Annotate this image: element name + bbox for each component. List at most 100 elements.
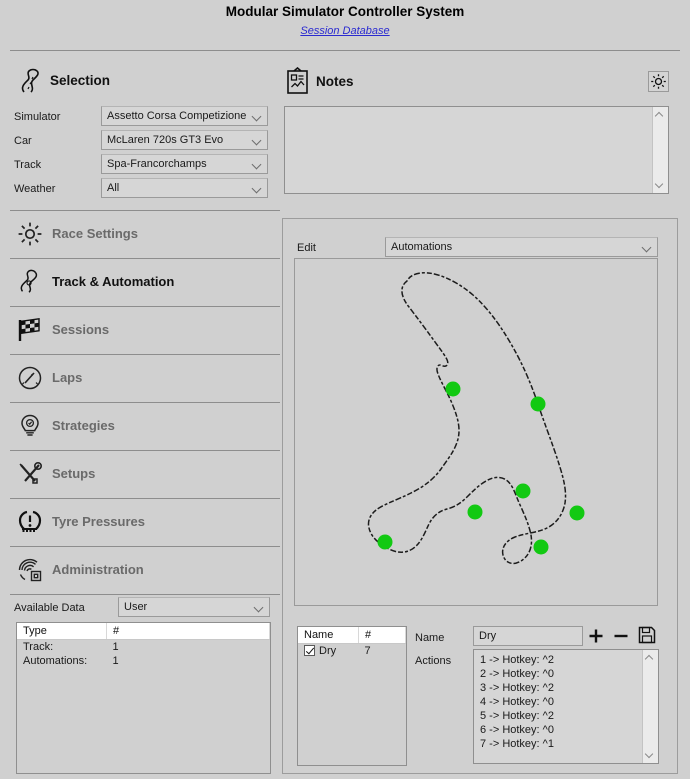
chevron-down-icon (255, 603, 264, 612)
divider (10, 402, 280, 403)
divider (10, 354, 280, 355)
track-curve-icon (16, 66, 46, 96)
cell-type: Track: (23, 641, 54, 653)
app-window: Modular Simulator Controller System Sess… (0, 0, 690, 779)
scroll-up-icon[interactable] (646, 655, 654, 663)
list-item[interactable]: 2 -> Hotkey: ^0 (480, 667, 643, 681)
available-data-table[interactable]: Type # Track: 1 Automations: 1 (16, 622, 271, 774)
list-item[interactable]: 6 -> Hotkey: ^0 (480, 723, 643, 737)
sidebar-item-race-settings[interactable]: Race Settings (10, 210, 280, 257)
automation-name-value: Dry (479, 630, 497, 642)
car-label: Car (14, 135, 32, 147)
edit-select[interactable]: Automations (385, 237, 658, 257)
cell-count: 1 (112, 641, 119, 653)
divider (10, 258, 280, 259)
notes-textarea[interactable] (284, 106, 669, 194)
track-value: Spa-Francorchamps (107, 158, 207, 170)
cell-name: Dry (319, 645, 337, 657)
simulator-select[interactable]: Assetto Corsa Competizione (101, 106, 268, 126)
automations-table[interactable]: Name # Dry 7 (297, 626, 407, 766)
scroll-up-icon[interactable] (656, 112, 664, 120)
cell-type: Automations: (23, 655, 88, 667)
sidebar-item-label: Race Settings (52, 226, 138, 241)
simulator-label: Simulator (14, 111, 61, 123)
scroll-down-icon[interactable] (656, 180, 664, 188)
column-header-count: # (106, 623, 270, 640)
header-divider (10, 50, 680, 51)
minus-icon (614, 634, 628, 638)
automation-name-input[interactable]: Dry (473, 626, 583, 646)
clipboard-icon (285, 66, 311, 95)
available-data-scope-select[interactable]: User (118, 597, 270, 617)
cell-count: 1 (112, 655, 119, 667)
track-map[interactable] (294, 258, 658, 606)
tyre-icon (16, 508, 44, 536)
car-value: McLaren 720s GT3 Evo (107, 134, 224, 146)
actions-list-content: 1 -> Hotkey: ^2 2 -> Hotkey: ^0 3 -> Hot… (474, 650, 643, 763)
table-row[interactable]: Automations: 1 (17, 654, 270, 668)
weather-select[interactable]: All (101, 178, 268, 198)
sidebar-item-label: Track & Automation (52, 274, 175, 289)
sidebar-item-label: Sessions (52, 322, 110, 337)
list-item[interactable]: 4 -> Hotkey: ^0 (480, 695, 643, 709)
track-markers (377, 381, 585, 555)
floppy-disk-icon (638, 626, 656, 644)
list-item[interactable]: 7 -> Hotkey: ^1 (480, 737, 643, 751)
divider (10, 498, 280, 499)
sidebar-item-laps[interactable]: Laps (10, 354, 280, 401)
sidebar-item-sessions[interactable]: Sessions (10, 306, 280, 353)
list-item[interactable]: 5 -> Hotkey: ^2 (480, 709, 643, 723)
simulator-value: Assetto Corsa Competizione (107, 110, 247, 122)
notes-heading: Notes (316, 74, 354, 89)
chevron-down-icon (253, 160, 262, 169)
plus-icon (589, 629, 603, 643)
gear-icon (651, 74, 666, 89)
notes-settings-button[interactable] (648, 71, 669, 92)
sidebar-item-administration[interactable]: Administration (10, 546, 280, 593)
list-item[interactable]: 1 -> Hotkey: ^2 (480, 653, 643, 667)
automation-marker (530, 396, 546, 412)
remove-automation-button[interactable] (611, 626, 633, 647)
available-data-label: Available Data (14, 602, 85, 614)
tools-icon (16, 460, 44, 488)
notes-scrollbar[interactable] (652, 107, 668, 193)
chevron-down-icon (253, 136, 262, 145)
page-title: Modular Simulator Controller System (225, 4, 465, 19)
sidebar-item-tyre-pressures[interactable]: Tyre Pressures (10, 498, 280, 545)
scroll-down-icon[interactable] (646, 750, 654, 758)
edit-label: Edit (297, 242, 316, 254)
table-row[interactable]: Track: 1 (17, 640, 270, 655)
automation-marker (467, 504, 483, 520)
column-header-type: Type (17, 623, 107, 640)
lightbulb-icon (16, 412, 44, 440)
sidebar-item-label: Administration (52, 562, 144, 577)
actions-list[interactable]: 1 -> Hotkey: ^2 2 -> Hotkey: ^0 3 -> Hot… (473, 649, 659, 764)
weather-label: Weather (14, 183, 56, 195)
session-database-link[interactable]: Session Database (300, 25, 389, 37)
divider (10, 306, 280, 307)
chevron-down-icon (253, 112, 262, 121)
automation-name-label: Name (415, 632, 445, 644)
table-row[interactable]: Dry 7 (298, 644, 406, 659)
track-select[interactable]: Spa-Francorchamps (101, 154, 268, 174)
chevron-down-icon (253, 184, 262, 193)
automation-marker (445, 381, 461, 397)
sidebar-item-label: Setups (52, 466, 96, 481)
actions-scrollbar[interactable] (642, 650, 658, 763)
edit-value: Automations (391, 241, 453, 253)
gauge-icon (16, 364, 44, 392)
automation-marker (569, 505, 585, 521)
column-header-name: Name (298, 627, 359, 644)
list-item[interactable]: 3 -> Hotkey: ^2 (480, 681, 643, 695)
sidebar-item-setups[interactable]: Setups (10, 450, 280, 497)
divider (10, 546, 280, 547)
sidebar-item-strategies[interactable]: Strategies (10, 402, 280, 449)
automation-checkbox[interactable] (304, 645, 315, 656)
track-map-canvas (367, 272, 585, 565)
sidebar-item-track-automation[interactable]: Track & Automation (10, 258, 280, 305)
checkered-flag-icon (16, 316, 44, 344)
car-select[interactable]: McLaren 720s GT3 Evo (101, 130, 268, 150)
save-automation-button[interactable] (637, 625, 659, 646)
add-automation-button[interactable] (586, 626, 608, 647)
divider (10, 594, 280, 595)
